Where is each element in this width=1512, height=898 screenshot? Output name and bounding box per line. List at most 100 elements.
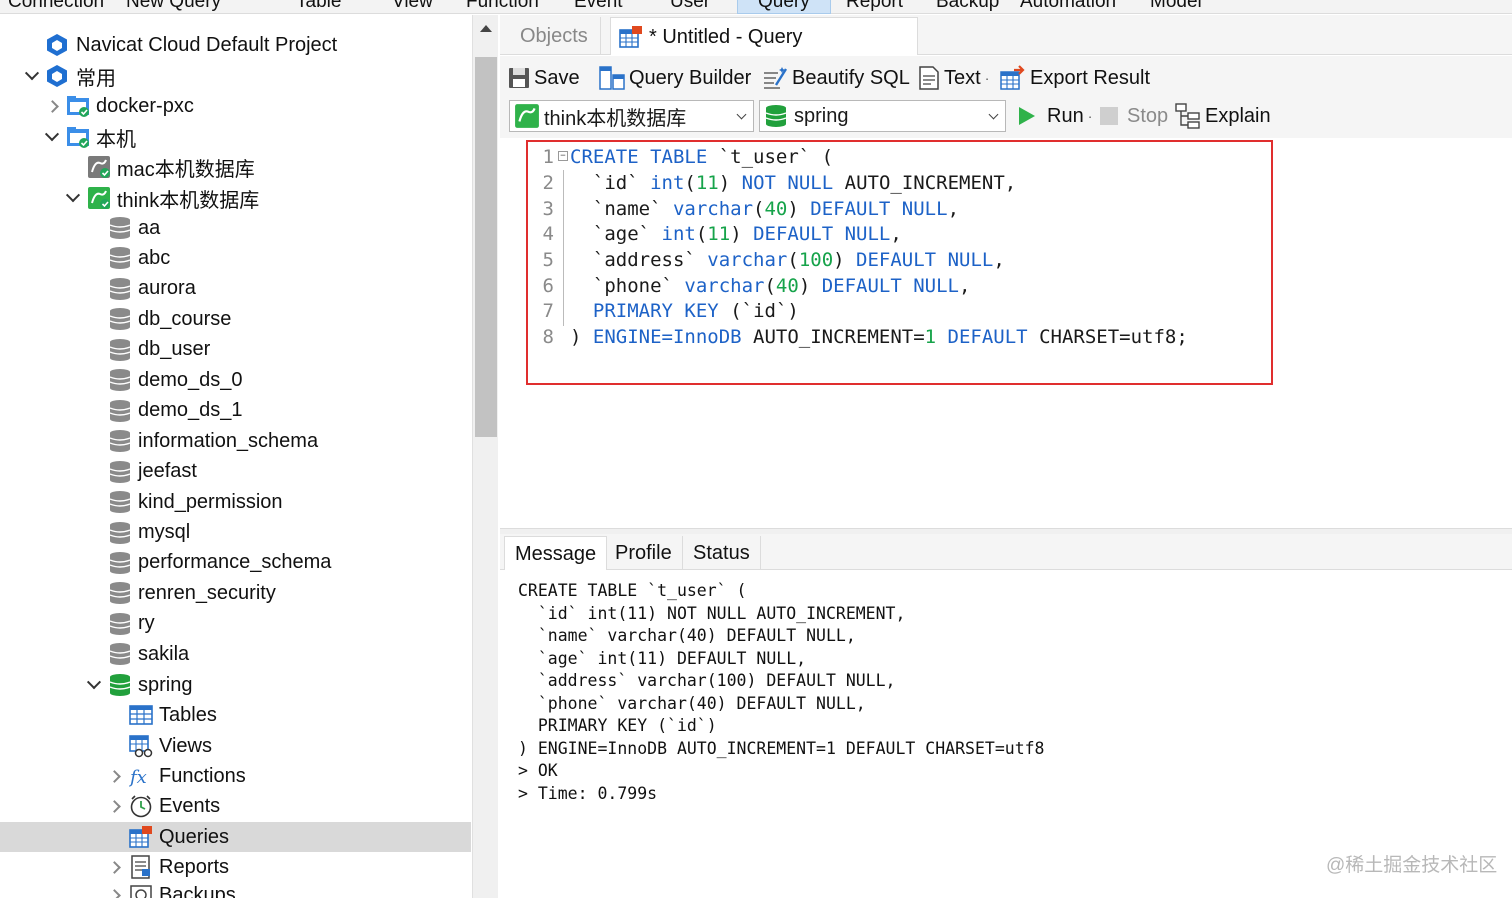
tab-status[interactable]: Status: [683, 536, 761, 570]
tree-item-schema[interactable]: performance_schema: [0, 548, 471, 578]
tree-item-mac-db[interactable]: mac本机数据库: [0, 152, 471, 182]
tree-item-think-db[interactable]: think本机数据库: [0, 183, 471, 213]
message-line: ) ENGINE=InnoDB AUTO_INCREMENT=1 DEFAULT…: [518, 738, 1045, 758]
folder-connection-icon: [67, 127, 89, 148]
chevron-right-icon[interactable]: [108, 889, 120, 898]
tree-scrollbar[interactable]: [472, 15, 498, 898]
menu-function[interactable]: Function: [466, 0, 539, 14]
database-icon: [109, 308, 131, 331]
save-button[interactable]: Save: [508, 64, 580, 92]
tree-item-views[interactable]: Views: [0, 731, 471, 761]
menu-report[interactable]: Report: [846, 0, 903, 14]
annotation-highlight-box: [526, 140, 1273, 385]
message-line: `age` int(11) DEFAULT NULL,: [518, 648, 807, 668]
database-select[interactable]: spring: [759, 100, 1006, 132]
chevron-right-icon[interactable]: [108, 800, 120, 812]
menu-event[interactable]: Event: [574, 0, 623, 14]
tree-item-schema[interactable]: db_course: [0, 304, 471, 334]
cloud-project-icon: [47, 34, 67, 56]
run-button[interactable]: Run ·: [1017, 102, 1092, 130]
tree-item-docker-pxc[interactable]: docker-pxc: [0, 91, 471, 121]
menu-table[interactable]: Table: [296, 0, 341, 14]
navigation-tree[interactable]: Navicat Cloud Default Project 常用 docker-…: [0, 15, 472, 898]
tree-item-queries[interactable]: Queries: [0, 822, 471, 852]
tree-item-schema[interactable]: demo_ds_0: [0, 365, 471, 395]
dropdown-dot-icon: ·: [1087, 108, 1093, 124]
tab-profile[interactable]: Profile: [605, 536, 683, 570]
tree-item-spring[interactable]: spring: [0, 670, 471, 700]
tree-item-schema[interactable]: jeefast: [0, 457, 471, 487]
database-icon: [109, 582, 131, 605]
tree-item-functions[interactable]: fx Functions: [0, 761, 471, 791]
tree-item-schema[interactable]: aa: [0, 213, 471, 243]
tab-untitled-query[interactable]: * Untitled - Query: [610, 17, 918, 55]
schema-label: sakila: [138, 642, 190, 665]
tree-item-local[interactable]: 本机: [0, 122, 471, 152]
chevron-right-icon[interactable]: [108, 861, 120, 873]
tree-item-tables[interactable]: Tables: [0, 700, 471, 730]
schema-label: aa: [138, 216, 161, 239]
database-icon: [109, 247, 131, 270]
chevron-down-icon[interactable]: [88, 679, 100, 691]
connection-select[interactable]: think本机数据库: [509, 100, 754, 132]
export-result-button[interactable]: Export Result: [1000, 64, 1150, 92]
explain-button[interactable]: Explain: [1175, 102, 1271, 130]
chevron-right-icon[interactable]: [46, 100, 58, 112]
tree-item-events[interactable]: Events: [0, 791, 471, 821]
tree-item-schema[interactable]: information_schema: [0, 426, 471, 456]
message-line: `phone` varchar(40) DEFAULT NULL,: [518, 693, 866, 713]
menu-user[interactable]: User: [670, 0, 710, 14]
tree-item-reports[interactable]: Reports: [0, 852, 471, 882]
menu-view[interactable]: View: [392, 0, 433, 14]
tree-item-backups[interactable]: Backups: [0, 880, 471, 898]
database-icon: [109, 277, 131, 300]
tree-item-schema[interactable]: kind_permission: [0, 487, 471, 517]
schema-label: demo_ds_0: [138, 368, 243, 391]
schema-label: db_course: [138, 307, 232, 330]
clock-icon: [130, 795, 152, 818]
menu-new-query[interactable]: New Query: [126, 0, 221, 14]
tree-item-schema[interactable]: renren_security: [0, 578, 471, 608]
folder-connection-icon: [67, 96, 89, 117]
play-icon: [1019, 107, 1035, 125]
query-builder-button[interactable]: Query Builder: [599, 64, 751, 92]
tree-item-group[interactable]: 常用: [0, 61, 471, 91]
tree-item-schema[interactable]: ry: [0, 609, 471, 639]
tree-item-schema[interactable]: abc: [0, 243, 471, 273]
schema-label: demo_ds_1: [138, 399, 243, 422]
database-icon-active: [109, 674, 131, 696]
menu-connection[interactable]: Connection: [8, 0, 104, 14]
text-dropdown-button[interactable]: Text ·: [918, 64, 989, 92]
tree-item-schema[interactable]: demo_ds_1: [0, 396, 471, 426]
query-builder-icon: [599, 66, 625, 90]
tab-objects[interactable]: Objects: [508, 17, 601, 55]
menu-model[interactable]: Model: [1150, 0, 1202, 14]
tree-item-schema[interactable]: db_user: [0, 335, 471, 365]
query-icon: [129, 826, 152, 848]
query-icon: [619, 25, 642, 48]
scroll-up-arrow-icon[interactable]: [480, 25, 492, 32]
stop-button[interactable]: Stop: [1099, 102, 1168, 130]
tree-item-schema[interactable]: mysql: [0, 518, 471, 548]
beautify-icon: [764, 67, 788, 89]
beautify-sql-button[interactable]: Beautify SQL: [762, 64, 910, 92]
chevron-down-icon[interactable]: [46, 131, 58, 143]
tree-item-project[interactable]: Navicat Cloud Default Project: [0, 30, 471, 60]
tree-item-schema[interactable]: sakila: [0, 639, 471, 669]
chevron-down-icon[interactable]: [67, 192, 79, 204]
menu-automation[interactable]: Automation: [1020, 0, 1116, 14]
message-line: `name` varchar(40) DEFAULT NULL,: [518, 626, 856, 645]
scrollbar-thumb[interactable]: [475, 57, 497, 437]
chevron-down-icon[interactable]: [26, 70, 38, 82]
tab-message[interactable]: Message: [504, 536, 608, 570]
document-tabs: Objects * Untitled - Query: [500, 15, 1512, 55]
tree-item-schema[interactable]: aurora: [0, 274, 471, 304]
menu-backup[interactable]: Backup: [936, 0, 999, 14]
schema-label: ry: [138, 612, 155, 635]
report-icon: [131, 855, 150, 879]
message-line: `id` int(11) NOT NULL AUTO_INCREMENT,: [518, 603, 906, 623]
menu-query[interactable]: Query: [737, 0, 831, 14]
database-icon: [109, 460, 131, 483]
chevron-right-icon[interactable]: [108, 770, 120, 782]
schema-label: information_schema: [138, 429, 319, 452]
